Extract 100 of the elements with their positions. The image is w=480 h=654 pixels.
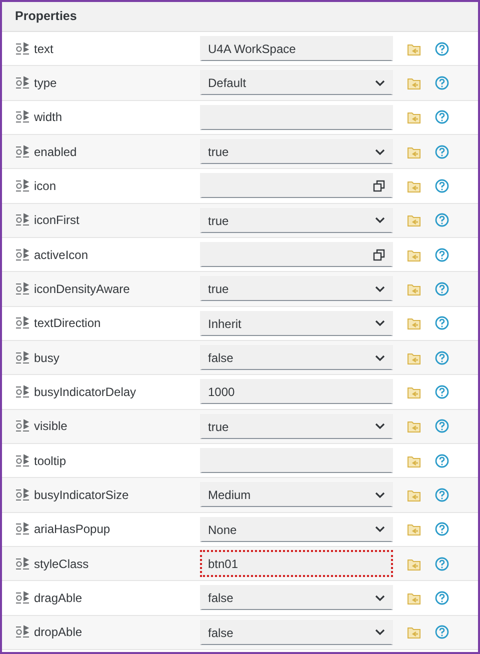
- help-icon[interactable]: [435, 454, 449, 468]
- dropdown[interactable]: false: [200, 620, 393, 645]
- property-name: type: [34, 74, 57, 92]
- folder-icon[interactable]: [407, 625, 421, 640]
- caret-icon[interactable]: [375, 80, 385, 87]
- property-icon: [15, 625, 30, 640]
- property-icon: [15, 42, 30, 56]
- property-icon: [15, 350, 30, 365]
- folder-icon[interactable]: [407, 282, 421, 296]
- property-name: visible: [34, 418, 68, 436]
- caret-icon[interactable]: [375, 423, 385, 430]
- dropdown[interactable]: Default: [200, 70, 393, 96]
- property-icon: [15, 384, 30, 399]
- caret-icon[interactable]: [375, 594, 385, 602]
- folder-icon[interactable]: [407, 350, 421, 365]
- help-icon[interactable]: [435, 625, 449, 640]
- property-name: enabled: [34, 144, 77, 161]
- property-name: busyIndicatorSize: [34, 486, 129, 504]
- property-name: width: [34, 109, 62, 126]
- value-help-icon[interactable]: [373, 249, 385, 262]
- help-icon[interactable]: [435, 248, 449, 262]
- property-name: activeIcon: [34, 246, 88, 264]
- folder-icon[interactable]: [407, 522, 421, 536]
- dropdown[interactable]: true: [200, 139, 393, 164]
- folder-icon[interactable]: [407, 419, 421, 434]
- input-field[interactable]: U4A WorkSpace: [200, 36, 393, 62]
- property-icon: [15, 488, 30, 502]
- help-icon[interactable]: [435, 350, 449, 365]
- caret-icon[interactable]: [375, 492, 385, 499]
- dropdown[interactable]: Medium: [200, 482, 393, 508]
- dropdown[interactable]: Inherit: [200, 310, 393, 336]
- property-name: busy: [34, 350, 60, 367]
- panel-title: Properties: [15, 8, 77, 26]
- property-icon: [15, 454, 30, 468]
- property-name: iconDensityAware: [34, 280, 130, 298]
- help-icon[interactable]: [435, 42, 449, 56]
- input-field[interactable]: [200, 448, 393, 474]
- dropdown[interactable]: None: [200, 516, 393, 542]
- help-icon[interactable]: [435, 556, 449, 571]
- property-icon: [15, 419, 30, 434]
- caret-icon[interactable]: [375, 148, 385, 156]
- dropdown[interactable]: false: [200, 345, 393, 370]
- dropdown[interactable]: false: [200, 585, 393, 610]
- help-icon[interactable]: [435, 590, 449, 605]
- folder-icon[interactable]: [407, 556, 421, 571]
- property-icon: [15, 590, 30, 605]
- folder-icon[interactable]: [407, 76, 421, 90]
- input-field[interactable]: btn01: [200, 550, 393, 578]
- value-help-icon[interactable]: [373, 180, 385, 192]
- property-icon: [15, 110, 30, 124]
- folder-icon[interactable]: [407, 454, 421, 468]
- property-name: styleClass: [34, 556, 89, 573]
- caret-icon[interactable]: [375, 217, 385, 224]
- help-icon[interactable]: [435, 76, 449, 90]
- folder-icon[interactable]: [407, 213, 421, 228]
- property-name: busyIndicatorDelay: [34, 384, 136, 401]
- property-name: iconFirst: [34, 212, 80, 230]
- caret-icon[interactable]: [375, 629, 385, 636]
- property-icon: [15, 178, 30, 193]
- help-icon[interactable]: [435, 282, 449, 296]
- folder-icon[interactable]: [407, 590, 421, 605]
- folder-icon[interactable]: [407, 42, 421, 56]
- help-icon[interactable]: [435, 144, 449, 159]
- property-icon: [15, 522, 30, 536]
- dropdown[interactable]: true: [200, 414, 393, 439]
- dropdown[interactable]: true: [200, 208, 393, 233]
- caret-icon[interactable]: [375, 526, 385, 534]
- folder-icon[interactable]: [407, 144, 421, 159]
- dropdown[interactable]: true: [200, 276, 393, 302]
- property-icon: [15, 213, 30, 228]
- property-name: text: [34, 40, 54, 58]
- property-icon: [15, 76, 30, 90]
- property-name: tooltip: [34, 452, 66, 470]
- property-name: ariaHasPopup: [34, 521, 110, 538]
- caret-icon[interactable]: [375, 320, 385, 328]
- caret-icon[interactable]: [375, 286, 385, 293]
- folder-icon[interactable]: [407, 384, 421, 399]
- property-name: icon: [34, 178, 56, 195]
- help-icon[interactable]: [435, 110, 449, 124]
- folder-icon[interactable]: [407, 178, 421, 193]
- help-icon[interactable]: [435, 316, 449, 330]
- input-field[interactable]: [200, 104, 393, 130]
- input-field[interactable]: 1000: [200, 379, 393, 404]
- value-help-field[interactable]: [200, 173, 393, 198]
- help-icon[interactable]: [435, 522, 449, 536]
- help-icon[interactable]: [435, 384, 449, 399]
- property-name: textDirection: [34, 315, 101, 332]
- value-help-field[interactable]: [200, 242, 393, 268]
- help-icon[interactable]: [435, 178, 449, 193]
- caret-icon[interactable]: [375, 354, 385, 362]
- folder-icon[interactable]: [407, 248, 421, 262]
- property-icon: [15, 144, 30, 159]
- folder-icon[interactable]: [407, 316, 421, 330]
- help-icon[interactable]: [435, 419, 449, 434]
- folder-icon[interactable]: [407, 110, 421, 124]
- property-icon: [15, 248, 30, 262]
- help-icon[interactable]: [435, 488, 449, 502]
- property-icon: [15, 316, 30, 330]
- folder-icon[interactable]: [407, 488, 421, 502]
- help-icon[interactable]: [435, 213, 449, 228]
